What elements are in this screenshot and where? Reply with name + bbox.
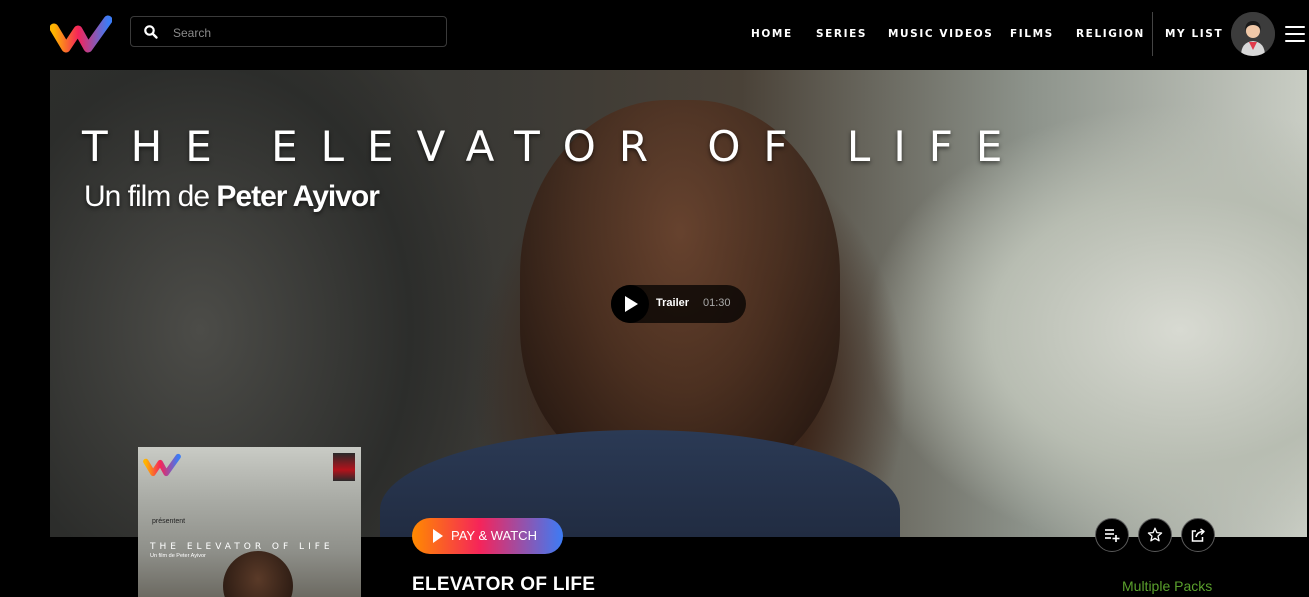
hero-subtitle-prefix: Un film de: [84, 180, 217, 213]
trailer-button[interactable]: Trailer 01:30: [611, 285, 746, 323]
poster-presents-text: présentent: [152, 518, 186, 525]
pay-and-watch-button[interactable]: PAY & WATCH: [412, 518, 563, 554]
user-avatar-icon: [1231, 12, 1275, 56]
play-icon: [611, 285, 649, 323]
add-to-playlist-icon: [1105, 529, 1120, 542]
nav-divider: [1152, 12, 1153, 56]
nav-music-videos[interactable]: MUSIC VIDEOS: [888, 28, 993, 40]
movie-poster: présentent THE ELEVATOR OF LIFE Un film …: [138, 447, 361, 597]
nav-films[interactable]: FILMS: [1010, 28, 1054, 40]
poster-subject-image: [223, 551, 293, 597]
trailer-duration: 01:30: [703, 297, 731, 309]
trailer-label: Trailer: [656, 297, 690, 309]
nav-religion[interactable]: RELIGION: [1076, 28, 1145, 40]
hero-title: THE ELEVATOR OF LIFE: [82, 122, 1026, 171]
share-button[interactable]: [1181, 518, 1215, 552]
poster-w-logo-icon: [143, 453, 181, 477]
hamburger-menu-icon[interactable]: [1285, 26, 1305, 42]
hero-subtitle: Un film de Peter Ayivor: [84, 180, 380, 214]
packs-label[interactable]: Multiple Packs: [1122, 578, 1212, 594]
nav-my-list[interactable]: MY LIST: [1165, 28, 1223, 40]
main-nav: HOME SERIES MUSIC VIDEOS FILMS RELIGION …: [0, 28, 1309, 42]
poster-subtitle: Un film de Peter Ayivor: [150, 553, 206, 559]
play-icon: [433, 529, 443, 543]
poster-studio-logo: [333, 453, 355, 481]
pay-and-watch-label: PAY & WATCH: [451, 528, 537, 543]
hero-director-name: Peter Ayivor: [216, 180, 380, 213]
movie-title: ELEVATOR OF LIFE: [412, 574, 596, 595]
favorite-button[interactable]: [1138, 518, 1172, 552]
nav-home[interactable]: HOME: [751, 28, 793, 40]
star-icon: [1147, 527, 1163, 542]
add-to-list-button[interactable]: [1095, 518, 1129, 552]
share-icon: [1191, 528, 1205, 542]
poster-title: THE ELEVATOR OF LIFE: [150, 542, 334, 552]
user-avatar[interactable]: [1231, 12, 1275, 56]
nav-series[interactable]: SERIES: [816, 28, 867, 40]
